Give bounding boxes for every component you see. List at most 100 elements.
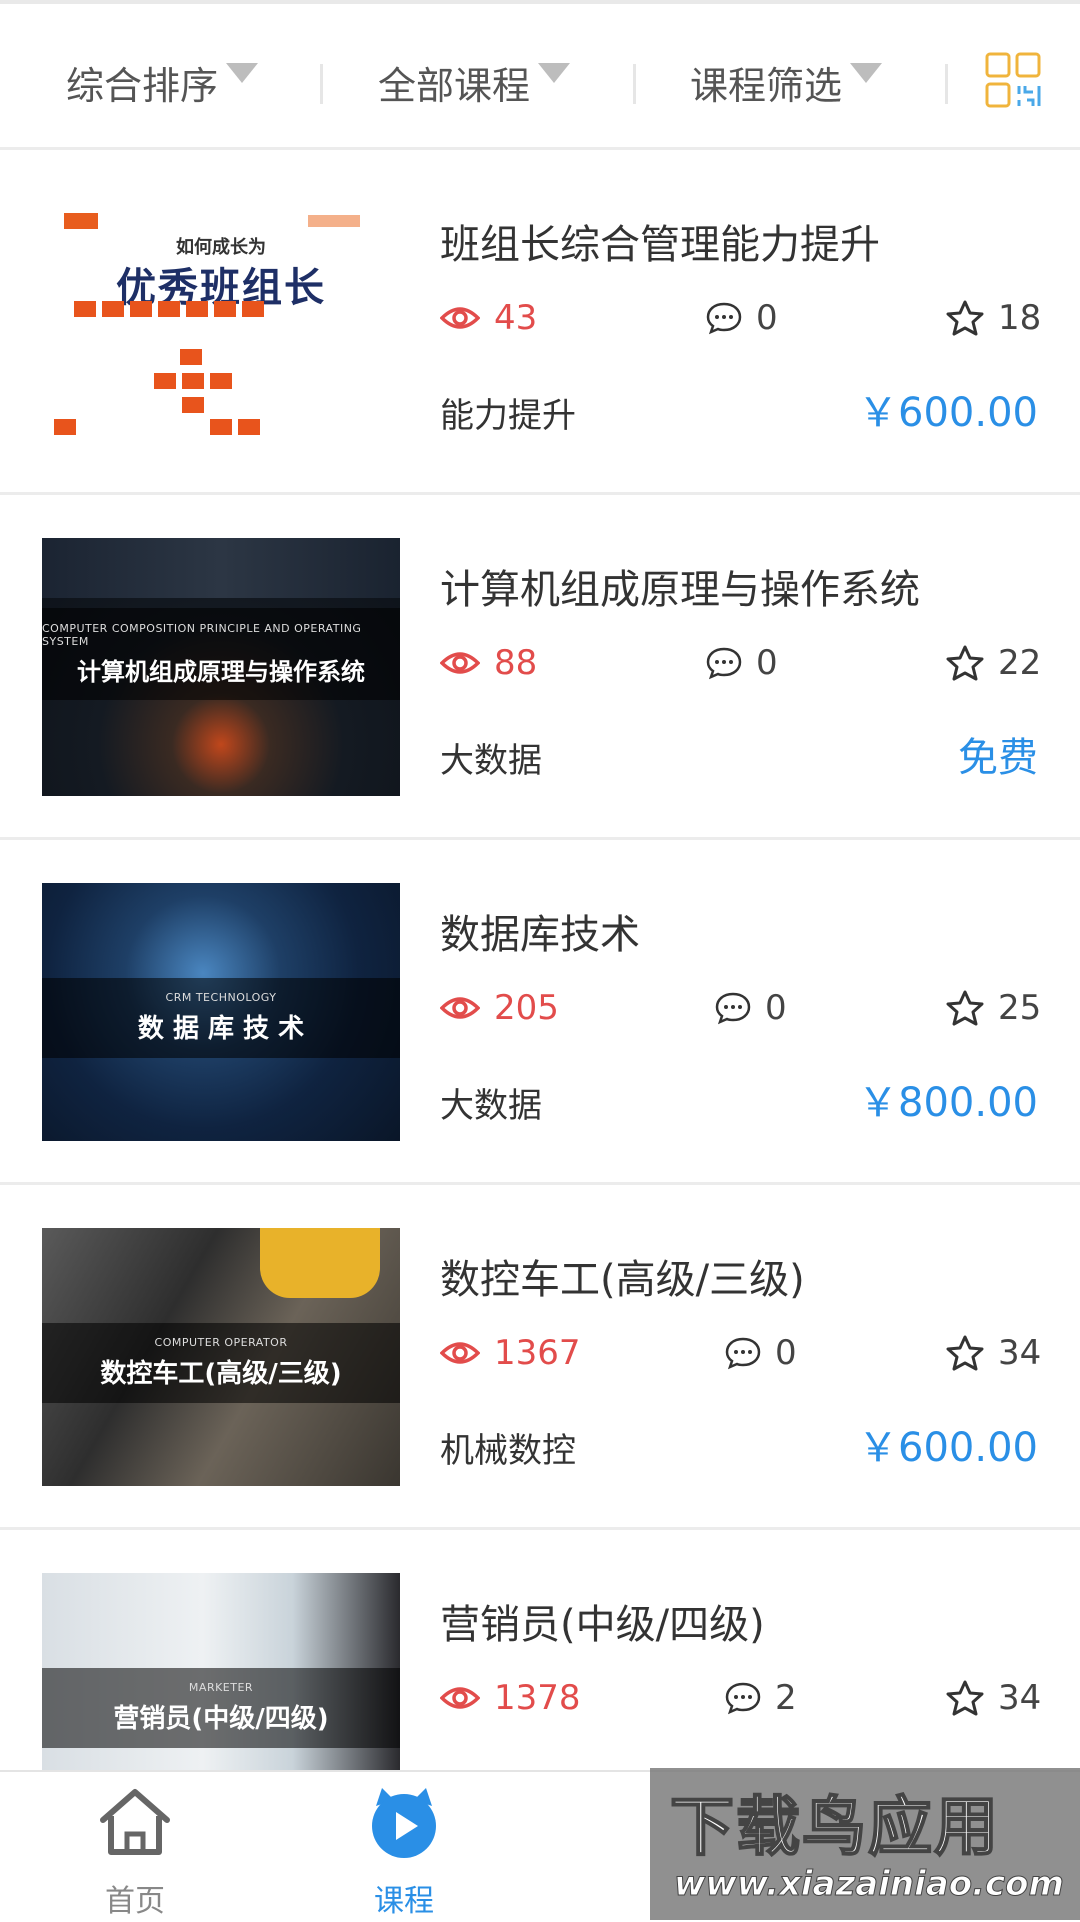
- comment-count-value: 0: [756, 298, 778, 338]
- course-thumbnail: COMPUTER OPERATOR 数控车工(高级/三级): [42, 1228, 400, 1486]
- favorite-count-value: 25: [998, 988, 1042, 1028]
- chevron-down-icon: [850, 63, 883, 83]
- course-item[interactable]: 如何成长为 优秀班组长 班组长综合管理能力提升 43 0 18 能力提升 ￥60…: [0, 150, 1080, 495]
- favorite-count: 18: [946, 298, 1041, 338]
- comment-icon: [715, 992, 751, 1025]
- course-list: 如何成长为 优秀班组长 班组长综合管理能力提升 43 0 18 能力提升 ￥60…: [0, 150, 1080, 1875]
- course-title: 数控车工(高级/三级): [440, 1257, 805, 1303]
- thumbnail-subtitle: COMPUTER OPERATOR: [154, 1336, 288, 1349]
- course-price: ￥600.00: [858, 1425, 1038, 1471]
- watermark: 下载鸟应用 www.xiazainiao.com: [650, 1768, 1080, 1920]
- thumbnail-title: 计算机组成原理与操作系统: [77, 657, 365, 686]
- favorite-count: 22: [946, 643, 1041, 683]
- favorite-count: 34: [946, 1678, 1041, 1718]
- eye-icon: [440, 1342, 480, 1364]
- favorite-count-value: 18: [998, 298, 1042, 338]
- star-icon: [946, 300, 984, 336]
- divider: [945, 64, 948, 104]
- star-icon: [946, 990, 984, 1026]
- favorite-count-value: 34: [998, 1333, 1042, 1373]
- course-thumbnail: CRM TECHNOLOGY 数 据 库 技 术: [42, 883, 400, 1141]
- view-count-value: 1378: [494, 1678, 581, 1718]
- comment-icon: [725, 1337, 761, 1370]
- tab-home[interactable]: 首页: [35, 1772, 235, 1922]
- comment-count-value: 0: [765, 988, 787, 1028]
- favorite-count-value: 34: [998, 1678, 1042, 1718]
- thumbnail-subtitle: COMPUTER COMPOSITION PRINCIPLE AND OPERA…: [42, 621, 362, 648]
- comment-count: 0: [706, 643, 778, 683]
- thumbnail-title: 营销员(中级/四级): [113, 1704, 329, 1734]
- chevron-down-icon: [226, 63, 259, 83]
- watermark-url: www.xiazainiao.com: [674, 1864, 1065, 1905]
- course-type-label: 全部课程: [378, 63, 531, 108]
- view-count: 1367: [440, 1333, 581, 1373]
- course-filter-label: 课程筛选: [690, 63, 843, 108]
- tab-courses[interactable]: 课程: [304, 1772, 504, 1922]
- comment-count: 0: [725, 1333, 797, 1373]
- view-count-value: 88: [494, 643, 538, 683]
- comment-count-value: 0: [756, 643, 778, 683]
- eye-icon: [440, 307, 480, 329]
- comment-icon: [706, 647, 742, 680]
- sort-dropdown[interactable]: 综合排序: [66, 42, 259, 122]
- star-icon: [946, 1335, 984, 1371]
- comment-count: 0: [706, 298, 778, 338]
- thumbnail-title: 数控车工(高级/三级): [100, 1359, 342, 1389]
- comment-count-value: 2: [775, 1678, 797, 1718]
- cover-tag: [308, 215, 360, 227]
- comment-icon: [706, 302, 742, 335]
- grid-view-icon[interactable]: [985, 52, 1041, 108]
- view-count-value: 205: [494, 988, 559, 1028]
- course-thumbnail: 如何成长为 优秀班组长: [42, 193, 400, 451]
- course-item[interactable]: COMPUTER OPERATOR 数控车工(高级/三级) 数控车工(高级/三级…: [0, 1185, 1080, 1530]
- sort-label: 综合排序: [66, 63, 219, 108]
- course-type-dropdown[interactable]: 全部课程: [378, 42, 571, 122]
- course-category: 大数据: [440, 741, 542, 781]
- view-count: 88: [440, 643, 537, 683]
- view-count-value: 1367: [494, 1333, 581, 1373]
- star-icon: [946, 645, 984, 681]
- star-icon: [946, 1680, 984, 1716]
- thumbnail-banner: MARKETER 营销员(中级/四级): [42, 1668, 400, 1748]
- course-title: 营销员(中级/四级): [440, 1602, 765, 1648]
- course-title: 计算机组成原理与操作系统: [440, 567, 920, 613]
- filter-bar: 综合排序 全部课程 课程筛选: [0, 0, 1080, 150]
- thumbnail-banner: CRM TECHNOLOGY 数 据 库 技 术: [42, 978, 400, 1058]
- thumbnail-subtitle: CRM TECHNOLOGY: [165, 991, 277, 1004]
- chevron-down-icon: [538, 63, 571, 83]
- eye-icon: [440, 1687, 480, 1709]
- favorite-count: 34: [946, 1333, 1041, 1373]
- divider: [320, 64, 323, 104]
- thumbnail-banner: COMPUTER COMPOSITION PRINCIPLE AND OPERA…: [42, 608, 400, 700]
- comment-count: 2: [725, 1678, 797, 1718]
- play-icon: [372, 1788, 436, 1858]
- favorite-count: 25: [946, 988, 1041, 1028]
- course-title: 班组长综合管理能力提升: [440, 222, 880, 268]
- course-price: ￥600.00: [858, 390, 1038, 436]
- view-count-value: 43: [494, 298, 538, 338]
- divider: [633, 64, 636, 104]
- favorite-count-value: 22: [998, 643, 1042, 683]
- watermark-logo: 下载鸟应用: [669, 1790, 1000, 1866]
- view-count: 205: [440, 988, 559, 1028]
- eye-icon: [440, 652, 480, 674]
- course-filter-dropdown[interactable]: 课程筛选: [690, 42, 883, 122]
- course-thumbnail: COMPUTER COMPOSITION PRINCIPLE AND OPERA…: [42, 538, 400, 796]
- course-item[interactable]: CRM TECHNOLOGY 数 据 库 技 术 数据库技术 205 0 25: [0, 840, 1080, 1185]
- eye-icon: [440, 997, 480, 1019]
- course-category: 大数据: [440, 1086, 542, 1126]
- view-count: 43: [440, 298, 537, 338]
- thumbnail-title: 数 据 库 技 术: [137, 1014, 305, 1044]
- thumbnail-banner: COMPUTER OPERATOR 数控车工(高级/三级): [42, 1323, 400, 1403]
- comment-count-value: 0: [775, 1333, 797, 1373]
- course-price: 免费: [958, 735, 1038, 781]
- tab-courses-label: 课程: [374, 1884, 434, 1919]
- comment-count: 0: [715, 988, 787, 1028]
- course-item[interactable]: COMPUTER COMPOSITION PRINCIPLE AND OPERA…: [0, 495, 1080, 840]
- course-category: 能力提升: [440, 396, 576, 436]
- home-icon: [100, 1789, 170, 1855]
- cover-tag: [64, 213, 98, 229]
- course-title: 数据库技术: [440, 912, 640, 958]
- course-price: ￥800.00: [858, 1080, 1038, 1126]
- view-count: 1378: [440, 1678, 581, 1718]
